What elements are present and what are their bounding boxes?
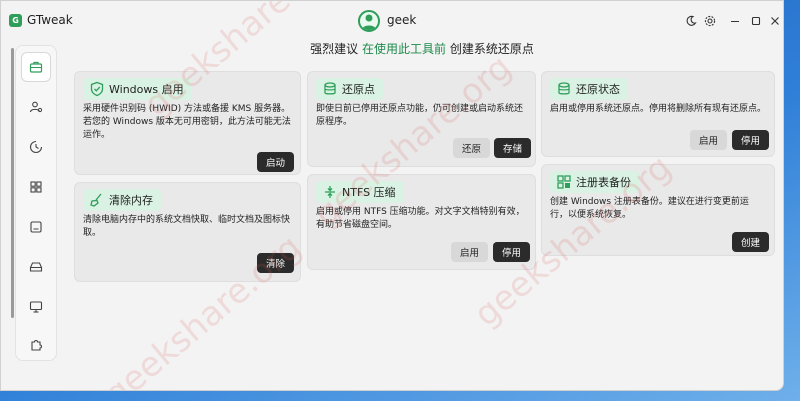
sidebar-item-apps[interactable]	[21, 172, 51, 202]
sidebar-item-toolbox[interactable]	[21, 52, 51, 82]
card-title: 还原状态	[576, 83, 620, 96]
warning-banner: 强烈建议 在使用此工具前 创建系统还原点	[1, 40, 783, 57]
compress-icon	[325, 186, 335, 198]
card-description: 启用或停用系统还原点。停用将删除所有现有还原点。	[550, 104, 767, 114]
card-windows-activation: Windows 启用 采用硬件识别码 (HWID) 方法或备援 KMS 服务器。…	[74, 71, 301, 175]
drive-icon	[29, 262, 43, 272]
card-header: 还原状态	[550, 78, 628, 100]
maximize-icon[interactable]	[747, 12, 765, 30]
create-restore-point-button[interactable]: 存储	[494, 138, 532, 158]
sidebar-item-extras[interactable]	[21, 330, 51, 360]
card-title: 还原点	[342, 83, 375, 96]
card-description: 即使日前已停用还原点功能，仍可创建或启动系统还原程序。	[316, 104, 524, 127]
app-window: G GTweak geek 强烈建议 在使用此工具前 创建系统还原点 Windo…	[0, 0, 784, 391]
services-icon	[30, 221, 42, 233]
avatar[interactable]	[358, 10, 380, 32]
card-title: 注册表备份	[576, 176, 631, 189]
card-restore-status: 还原状态 启用或停用系统还原点。停用将删除所有现有还原点。 启用 停用	[541, 71, 775, 157]
puzzle-icon	[31, 340, 42, 351]
shield-icon	[90, 81, 104, 97]
user-icon	[362, 14, 376, 30]
clear-button[interactable]: 清除	[257, 253, 295, 273]
registry-icon	[557, 175, 571, 189]
sidebar-item-services[interactable]	[21, 212, 51, 242]
user-settings-icon	[29, 101, 43, 113]
card-description: 创建 Windows 注册表备份。建议在进行变更前运行，以便系统恢复。	[550, 197, 749, 220]
theme-moon-icon[interactable]	[682, 12, 700, 30]
app-title: GTweak	[27, 13, 73, 27]
card-title: NTFS 压缩	[342, 186, 396, 199]
monitor-icon	[29, 301, 43, 313]
privacy-icon	[29, 140, 43, 154]
create-registry-backup-button[interactable]: 创建	[732, 232, 770, 252]
sidebar-scroll-indicator[interactable]	[11, 48, 14, 318]
enable-restore-button[interactable]: 启用	[690, 130, 728, 150]
disable-ntfs-button[interactable]: 停用	[493, 242, 531, 262]
activate-button[interactable]: 启动	[257, 152, 295, 172]
close-icon[interactable]	[766, 12, 783, 30]
settings-gear-icon[interactable]	[701, 12, 719, 30]
user-name: geek	[387, 13, 417, 27]
enable-ntfs-button[interactable]: 启用	[451, 242, 489, 262]
card-title: Windows 启用	[109, 83, 184, 96]
title-bar: G GTweak geek	[1, 1, 783, 41]
sidebar-item-system[interactable]	[21, 292, 51, 322]
banner-prefix: 强烈建议	[310, 42, 359, 56]
minimize-icon[interactable]	[726, 12, 744, 30]
card-header: Windows 启用	[83, 78, 192, 100]
app-logo-icon: G	[9, 14, 22, 27]
sidebar-item-privacy[interactable]	[21, 132, 51, 162]
card-registry-backup: 注册表备份 创建 Windows 注册表备份。建议在进行变更前运行，以便系统恢复…	[541, 164, 775, 256]
card-title: 清除内存	[109, 194, 153, 207]
card-clear-memory: 清除内存 清除电脑内存中的系统文档快取、临时文档及图标快取。 清除	[74, 182, 301, 282]
apps-icon	[30, 181, 42, 193]
card-restore-point: 还原点 即使日前已停用还原点功能，仍可创建或启动系统还原程序。 还原 存储	[307, 71, 536, 167]
sidebar-item-user-settings[interactable]	[21, 92, 51, 122]
database-status-icon	[558, 82, 570, 95]
card-header: NTFS 压缩	[316, 181, 404, 203]
card-description: 启用或停用 NTFS 压缩功能。对文字文档特别有效，有助节省磁盘空间。	[316, 207, 525, 230]
sidebar	[15, 45, 57, 361]
database-icon	[324, 82, 336, 95]
restore-button[interactable]: 还原	[453, 138, 491, 158]
card-header: 注册表备份	[550, 171, 639, 193]
card-description: 清除电脑内存中的系统文档快取、临时文档及图标快取。	[83, 215, 291, 238]
card-header: 清除内存	[83, 189, 161, 211]
card-header: 还原点	[316, 78, 383, 100]
card-ntfs-compression: NTFS 压缩 启用或停用 NTFS 压缩功能。对文字文档特别有效，有助节省磁盘…	[307, 174, 536, 270]
sidebar-item-drive[interactable]	[21, 252, 51, 282]
card-description: 采用硬件识别码 (HWID) 方法或备援 KMS 服务器。若您的 Windows…	[83, 104, 291, 140]
broom-icon	[90, 193, 102, 207]
disable-restore-button[interactable]: 停用	[732, 130, 770, 150]
banner-suffix: 创建系统还原点	[449, 42, 534, 56]
toolbox-icon	[29, 61, 43, 73]
banner-highlight: 在使用此工具前	[361, 42, 446, 56]
